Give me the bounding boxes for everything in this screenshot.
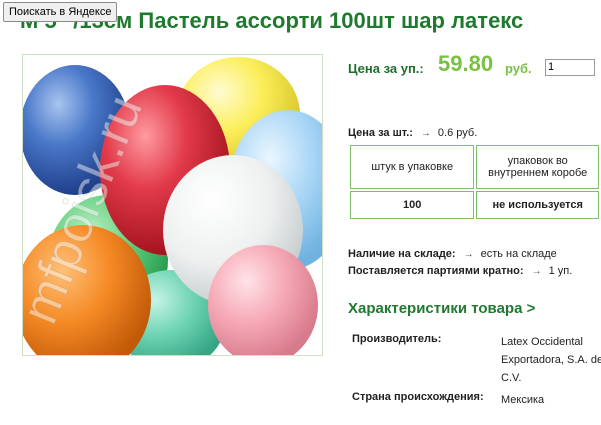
price-currency: руб. bbox=[505, 61, 532, 76]
product-image[interactable]: mfpoisk.ru bbox=[22, 54, 323, 356]
arrow-right-icon: → bbox=[463, 249, 474, 260]
search-yandex-button[interactable]: Поискать в Яндексе bbox=[3, 2, 118, 22]
price-value: 59.80 bbox=[438, 51, 494, 76]
batch-row: Поставляется партиями кратно: → 1 уп. bbox=[348, 265, 572, 277]
pack-header-per-box: упаковок во внутреннем коробе bbox=[476, 145, 599, 189]
pack-value-per-box: не используется bbox=[476, 191, 599, 219]
arrow-right-icon: → bbox=[531, 266, 542, 277]
packaging-table: штук в упаковке упаковок во внутреннем к… bbox=[348, 143, 601, 221]
pack-value-per-pack: 100 bbox=[350, 191, 475, 219]
arrow-right-icon: → bbox=[420, 128, 431, 139]
balloons-image: mfpoisk.ru bbox=[23, 57, 322, 355]
batch-label: Поставляется партиями кратно: bbox=[348, 265, 524, 277]
unit-price-value: 0.6 руб. bbox=[437, 127, 478, 139]
stock-row: Наличие на складе: → есть на складе bbox=[348, 248, 557, 260]
quantity-input[interactable] bbox=[545, 59, 595, 76]
specs-link[interactable]: Характеристики товара > bbox=[348, 300, 535, 317]
stock-value: есть на складе bbox=[480, 248, 557, 260]
spec-value: Latex Occidental Exportadora, S.A. de C.… bbox=[501, 336, 601, 384]
spec-key: Производитель: bbox=[352, 333, 442, 345]
unit-price-row: Цена за шт.: → 0.6 руб. bbox=[348, 127, 477, 139]
spec-key: Страна происхождения: bbox=[352, 391, 484, 403]
batch-value: 1 уп. bbox=[548, 265, 573, 277]
price-label: Цена за уп.: bbox=[348, 61, 424, 76]
stock-label: Наличие на складе: bbox=[348, 248, 456, 260]
pack-header-per-pack: штук в упаковке bbox=[350, 145, 475, 189]
spec-value: Мексика bbox=[501, 394, 545, 406]
unit-price-label: Цена за шт.: bbox=[348, 127, 413, 139]
